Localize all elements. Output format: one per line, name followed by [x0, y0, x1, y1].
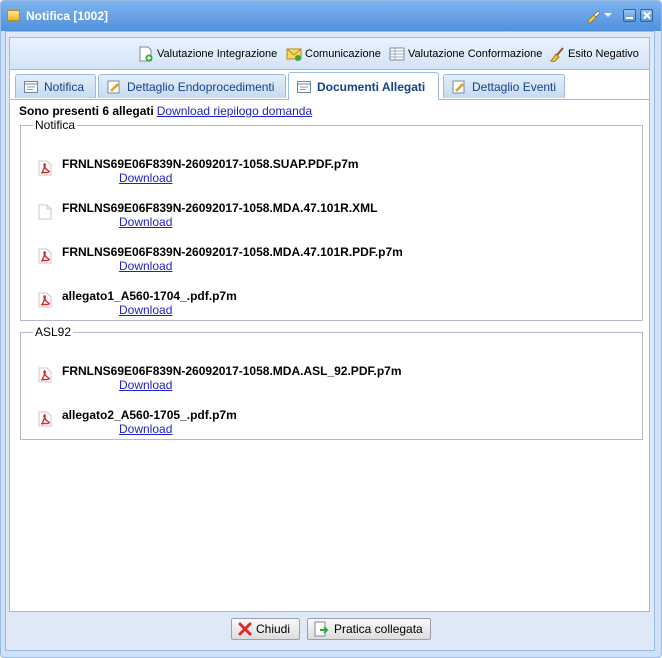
document-add-icon [139, 46, 153, 62]
edit-document-icon [107, 80, 120, 93]
attachments-count-text: Sono presenti 6 allegati [19, 104, 154, 118]
chevron-down-icon[interactable] [604, 13, 612, 17]
list-item: FRNLNS69E06F839N-26092017-1058.SUAP.PDF.… [37, 157, 597, 189]
list-item: allegato1_A560-1704_.pdf.p7m Download [37, 289, 597, 321]
tab-dettaglio-eventi[interactable]: Dettaglio Eventi [443, 74, 565, 98]
download-link[interactable]: Download [119, 215, 172, 229]
brush-icon[interactable] [585, 8, 601, 24]
tab-strip: Notifica Dettaglio Endoprocedimenti Docu… [10, 71, 649, 100]
file-name: FRNLNS69E06F839N-26092017-1058.MDA.47.10… [62, 245, 403, 259]
download-riepilogo-link[interactable]: Download riepilogo domanda [157, 104, 312, 118]
valutazione-conformazione-label: Valutazione Conformazione [408, 48, 543, 60]
list-item: FRNLNS69E06F839N-26092017-1058.MDA.ASL_9… [37, 364, 597, 396]
comunicazione-button[interactable]: Comunicazione [286, 46, 381, 62]
download-link[interactable]: Download [119, 378, 172, 392]
chiudi-label: Chiudi [256, 622, 291, 636]
tab-dettaglio-eventi-label: Dettaglio Eventi [472, 79, 557, 94]
download-link[interactable]: Download [119, 422, 172, 436]
file-name: allegato1_A560-1704_.pdf.p7m [62, 289, 237, 303]
window-title-bar[interactable]: Notifica [1002] [1, 1, 661, 31]
window-title: Notifica [1002] [26, 9, 109, 23]
pratica-collegata-label: Pratica collegata [334, 622, 423, 636]
tab-dettaglio-endoprocedimenti[interactable]: Dettaglio Endoprocedimenti [98, 74, 286, 98]
attachments-summary: Sono presenti 6 allegati Download riepilo… [19, 104, 312, 118]
esito-negativo-button[interactable]: Esito Negativo [549, 46, 639, 62]
download-link[interactable]: Download [119, 259, 172, 273]
notifica-window: Notifica [1002] Valutazione Integrazione [0, 0, 662, 658]
pdf-icon [38, 367, 52, 383]
fieldset-asl92-legend: ASL92 [35, 325, 72, 339]
mail-icon [286, 48, 302, 61]
window-body: Valutazione Integrazione Comunicazione V… [5, 31, 655, 651]
pdf-icon [38, 411, 52, 427]
close-icon [238, 622, 252, 636]
list-item: FRNLNS69E06F839N-26092017-1058.MDA.47.10… [37, 201, 597, 233]
table-icon [389, 47, 405, 61]
action-toolbar: Valutazione Integrazione Comunicazione V… [10, 38, 649, 70]
fieldset-asl92: ASL92 FRNLNS69E06F839N-26092017-1058.MDA… [20, 325, 643, 440]
list-item: allegato2_A560-1705_.pdf.p7m Download [37, 408, 597, 440]
form-icon [24, 80, 38, 93]
content-panel: Valutazione Integrazione Comunicazione V… [9, 37, 650, 612]
download-link[interactable]: Download [119, 303, 172, 317]
file-name: FRNLNS69E06F839N-26092017-1058.MDA.ASL_9… [62, 364, 402, 378]
form-icon [297, 80, 311, 93]
tab-notifica-label: Notifica [44, 79, 85, 94]
minimize-button[interactable] [623, 9, 636, 22]
tab-dettaglio-endoprocedimenti-label: Dettaglio Endoprocedimenti [127, 79, 275, 94]
file-name: FRNLNS69E06F839N-26092017-1058.MDA.47.10… [62, 201, 378, 215]
tab-documenti-allegati[interactable]: Documenti Allegati [288, 72, 439, 100]
fieldset-notifica-legend: Notifica [35, 118, 76, 132]
list-item: FRNLNS69E06F839N-26092017-1058.MDA.47.10… [37, 245, 597, 277]
window-icon [7, 10, 20, 21]
valutazione-conformazione-button[interactable]: Valutazione Conformazione [389, 46, 542, 62]
comunicazione-label: Comunicazione [305, 48, 381, 60]
pdf-icon [38, 248, 52, 264]
pdf-icon [38, 160, 52, 176]
esito-negativo-label: Esito Negativo [568, 48, 639, 60]
file-icon [38, 204, 52, 220]
pratica-collegata-button[interactable]: Pratica collegata [307, 618, 431, 640]
edit-document-icon [452, 80, 465, 93]
chiudi-button[interactable]: Chiudi [231, 618, 300, 640]
document-export-icon [314, 621, 329, 637]
file-name: allegato2_A560-1705_.pdf.p7m [62, 408, 237, 422]
pdf-icon [38, 292, 52, 308]
broom-icon [550, 47, 564, 62]
valutazione-integrazione-button[interactable]: Valutazione Integrazione [138, 46, 277, 62]
file-name: FRNLNS69E06F839N-26092017-1058.SUAP.PDF.… [62, 157, 359, 171]
download-link[interactable]: Download [119, 171, 172, 185]
valutazione-integrazione-label: Valutazione Integrazione [157, 48, 278, 60]
tab-documenti-allegati-label: Documenti Allegati [317, 79, 426, 94]
tab-notifica[interactable]: Notifica [15, 74, 96, 98]
close-button[interactable] [640, 9, 653, 22]
fieldset-notifica: Notifica FRNLNS69E06F839N-26092017-1058.… [20, 118, 643, 321]
